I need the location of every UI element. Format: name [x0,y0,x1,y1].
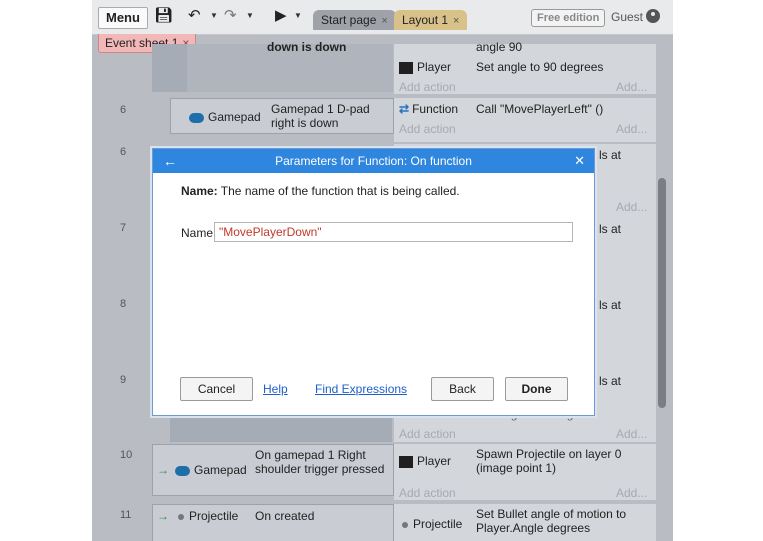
toolbar: Menu 💾︎ ↶ ▼ ↷ ▼ ▶ ▼ Start page × Layout 1… [92,0,673,35]
undo-dropdown-icon[interactable]: ▼ [210,11,218,20]
action-text[interactable]: Set Bullet angle of motion to Player.Ang… [476,507,651,535]
parameter-description: Name: The name of the function that is b… [181,184,460,198]
event-11-condition[interactable]: → Projectile On created [152,504,394,541]
object-name: Projectile [413,517,463,531]
action-object[interactable]: ⇄ Function [399,102,458,116]
event-number: 6 [120,104,127,116]
event-10-condition[interactable]: → Gamepad On gamepad 1 Right shoulder tr… [152,444,394,496]
play-dropdown-icon[interactable]: ▼ [294,11,302,20]
event-9-condition-area[interactable] [170,414,392,442]
object-name: Player [417,60,452,74]
add-action-link[interactable]: Add action [399,122,456,136]
back-button[interactable]: Back [431,377,494,401]
vertical-scrollbar[interactable] [658,178,666,408]
add-action-link[interactable]: Add action [399,486,456,500]
add-action-more[interactable]: Add... [616,80,647,94]
condition-text: down is down [267,40,347,54]
close-icon[interactable]: × [453,15,459,27]
event-6-actions: ⇄ Function Call "MovePlayerLeft" () Add a… [394,98,656,142]
guest-label[interactable]: Guest [611,10,643,24]
event-number: 9 [120,374,127,386]
function-icon: ⇄ [399,102,410,116]
trigger-arrow-icon: → [157,463,169,477]
add-action-more[interactable]: Add... [616,200,647,214]
action-text[interactable]: ls at [599,148,621,162]
gamepad-icon [175,465,190,476]
trigger-arrow-icon: → [157,509,169,523]
close-icon[interactable]: × [381,15,387,27]
cancel-button[interactable]: Cancel [180,377,253,401]
action-object[interactable]: Player [399,60,451,74]
event-5-condition[interactable]: down is down [187,40,393,92]
redo-dropdown-icon[interactable]: ▼ [246,11,254,20]
add-action-link[interactable]: Add action [399,427,456,441]
tab-layout-label: Layout 1 [402,13,449,27]
event-11-actions: Projectile Set Bullet angle of motion to… [394,504,656,541]
event-number: 11 [120,509,132,521]
find-expressions-link[interactable]: Find Expressions [315,382,407,396]
object-name: Player [417,454,452,468]
event-6-condition[interactable]: Gamepad Gamepad 1 D-pad right is down [170,98,394,134]
description-text: The name of the function that is being c… [217,184,460,198]
add-action-more[interactable]: Add... [616,122,647,136]
close-icon[interactable]: ✕ [574,149,585,173]
add-action-link[interactable]: Add action [399,80,456,94]
projectile-icon [178,513,184,520]
action-text[interactable]: ls at [599,298,621,312]
event-10-actions: Player Spawn Projectile on layer 0 (imag… [394,444,656,500]
action-text[interactable]: Set angle to 90 degrees [476,60,603,74]
dialog-title: Parameters for Function: On function [275,154,472,168]
add-action-more[interactable]: Add... [616,427,647,441]
event-number: 8 [120,298,127,310]
action-text[interactable]: Call "MovePlayerLeft" () [476,102,603,116]
redo-icon[interactable]: ↷ [224,8,237,24]
event-5-actions: angle 90 Player Set angle to 90 degrees … [394,40,656,94]
done-button[interactable]: Done [505,377,568,401]
condition-text: Gamepad 1 D-pad right is down [271,102,370,130]
action-text[interactable]: ls at [599,222,621,236]
dialog-title-bar: ← Parameters for Function: On function ✕ [153,149,594,173]
menu-button[interactable]: Menu [98,7,148,29]
object-name: Projectile [189,509,239,523]
save-icon[interactable]: 💾︎ [154,8,173,24]
user-icon[interactable] [646,9,660,23]
event-number: 7 [120,222,127,234]
back-arrow-icon[interactable]: ← [163,149,177,173]
parameters-dialog: ← Parameters for Function: On function ✕… [152,148,595,416]
description-label: Name: [181,184,218,198]
name-input[interactable] [214,222,573,242]
tab-layout-1[interactable]: Layout 1 × [394,10,468,30]
condition-text: On gamepad 1 Right shoulder trigger pres… [255,448,385,476]
condition-object: Gamepad [189,110,261,124]
tab-start-label: Start page [321,13,377,27]
action-object[interactable]: Projectile [397,517,462,531]
name-field-label: Name [181,226,214,240]
action-text[interactable]: angle 90 [476,40,522,54]
object-name: Gamepad [208,110,261,124]
player-sprite-icon [399,455,413,468]
player-sprite-icon [399,61,413,74]
condition-object: Gamepad [175,463,247,477]
action-text[interactable]: Spawn Projectile on layer 0 (image point… [476,447,651,475]
action-text[interactable]: ls at [599,374,621,388]
help-link[interactable]: Help [263,382,288,396]
object-name: Function [412,102,459,116]
condition-text: On created [255,509,315,523]
free-edition-badge[interactable]: Free edition [531,9,606,27]
condition-object: Projectile [173,509,238,523]
event-number: 10 [120,449,133,461]
event-number: 6 [120,146,127,158]
gamepad-icon [189,112,204,123]
projectile-icon [402,521,408,528]
add-action-more[interactable]: Add... [616,486,647,500]
object-name: Gamepad [194,463,247,477]
play-icon[interactable]: ▶ [275,8,287,24]
tab-start-page[interactable]: Start page × [313,10,396,30]
undo-icon[interactable]: ↶ [188,8,201,24]
action-object[interactable]: Player [399,454,451,468]
